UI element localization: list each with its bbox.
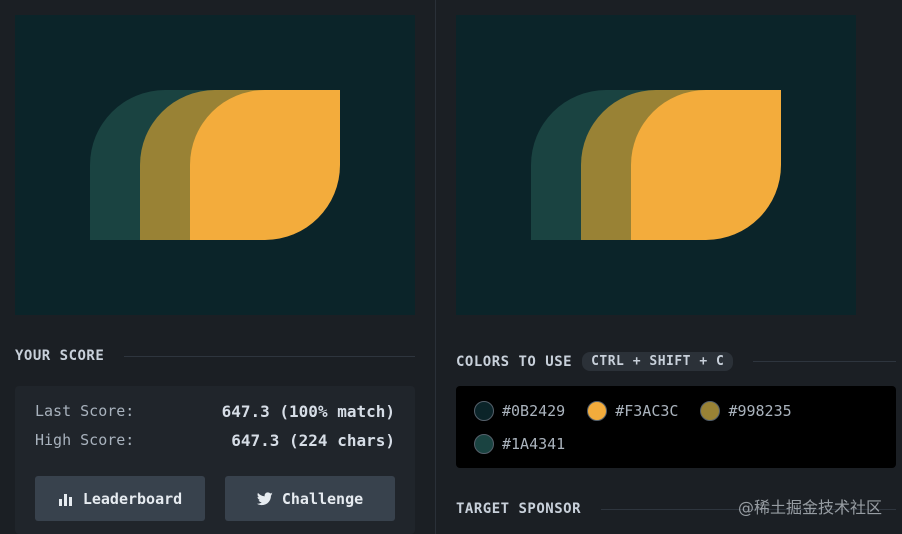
color-code: #1A4341: [502, 435, 566, 453]
watermark: @稀土掘金技术社区: [737, 498, 882, 517]
color-code: #998235: [728, 402, 792, 420]
color-code: #F3AC3C: [615, 402, 679, 420]
output-preview[interactable]: [15, 15, 415, 315]
color-item[interactable]: #0B2429: [474, 400, 565, 422]
bar-chart-icon: [58, 493, 72, 506]
heading-rule: [753, 361, 896, 362]
high-score-row: High Score: 647.3 (224 chars): [35, 431, 395, 450]
color-swatch: [474, 434, 494, 454]
shape-orange: [190, 90, 340, 240]
column-divider: [435, 0, 436, 534]
color-item[interactable]: #F3AC3C: [587, 400, 678, 422]
target-preview: [456, 15, 856, 315]
target-shape-orange: [631, 90, 781, 240]
high-score-label: High Score:: [35, 431, 135, 449]
color-swatch: [474, 401, 494, 421]
color-code: #0B2429: [502, 402, 566, 420]
color-item[interactable]: #1A4341: [474, 433, 565, 455]
color-swatch: [700, 401, 721, 421]
high-score-value: 647.3 (224 chars): [231, 431, 395, 450]
leaderboard-label: Leaderboard: [82, 489, 183, 508]
challenge-button[interactable]: Challenge: [225, 476, 395, 521]
score-panel: Last Score: 647.3 (100% match) High Scor…: [15, 386, 415, 534]
color-palette: #0B2429 #F3AC3C #998235 #1A4341: [456, 386, 896, 468]
leaderboard-button[interactable]: Leaderboard: [35, 476, 205, 521]
last-score-label: Last Score:: [35, 402, 135, 420]
twitter-icon: [256, 491, 273, 505]
colors-heading: COLORS TO USE CTRL + SHIFT + C: [456, 352, 896, 371]
color-swatch: [587, 401, 608, 421]
last-score-value: 647.3 (100% match): [221, 402, 395, 421]
heading-rule: [124, 355, 415, 357]
score-heading: YOUR SCORE: [15, 348, 415, 364]
color-item[interactable]: #998235: [700, 400, 792, 422]
last-score-row: Last Score: 647.3 (100% match): [35, 402, 395, 421]
copy-shortcut-badge: CTRL + SHIFT + C: [582, 352, 734, 371]
challenge-label: Challenge: [281, 489, 364, 508]
